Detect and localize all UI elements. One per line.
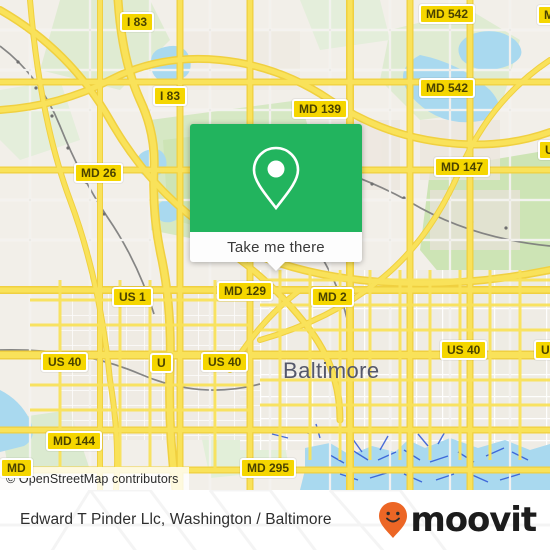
road-shield-label: US 40 (447, 343, 481, 357)
road-shield-label: US 1 (119, 290, 146, 304)
moovit-logo[interactable]: moovit (378, 500, 537, 540)
road-shield-label: US 40 (208, 355, 242, 369)
road-shield-label: MD 295 (247, 461, 290, 475)
map-screenshot-root: Baltimore I 83 I 83 MD 542 MD MD 542 MD 139 MD… (0, 0, 550, 550)
road-shield: MD 542 (419, 4, 476, 24)
road-shield: MD 295 (240, 458, 297, 478)
road-shield: I 83 (120, 12, 155, 32)
road-shield-label: US (545, 143, 550, 157)
road-shield-label: MD 542 (426, 81, 469, 95)
road-shield-label: I 83 (127, 15, 148, 29)
road-shield: MD 26 (74, 163, 124, 183)
road-shield: US 40 (440, 340, 488, 360)
road-shield-label: MD 542 (426, 7, 469, 21)
popup-tail-pointer (267, 262, 285, 271)
map-pin-icon (252, 146, 300, 211)
map-city-label: Baltimore (283, 358, 380, 383)
road-shield: MD (0, 458, 33, 478)
road-shield-label: MD (544, 8, 550, 22)
road-shield: I 83 (153, 86, 188, 106)
popup-action-area[interactable]: Take me there (190, 232, 362, 262)
road-shield: MD 2 (311, 287, 354, 307)
moovit-wordmark: moovit (410, 500, 537, 540)
road-shield-label: MD 147 (441, 160, 484, 174)
take-me-there-label: Take me there (227, 238, 325, 256)
road-shield: MD 147 (434, 157, 491, 177)
road-shield: U (150, 353, 173, 373)
road-shield: US 1 (112, 287, 153, 307)
road-shield: MD 542 (419, 78, 476, 98)
road-shield-label: US 40 (541, 343, 550, 357)
road-shield-label: MD 144 (53, 434, 96, 448)
road-shield-label: MD 26 (81, 166, 117, 180)
road-shield-label: US 40 (48, 355, 82, 369)
road-shield: MD 139 (292, 99, 349, 119)
road-shield: US 40 (201, 352, 249, 372)
road-shield-label: I 83 (160, 89, 181, 103)
road-shield: US (538, 140, 550, 160)
road-shield-label: MD (7, 461, 26, 475)
road-shield-label: U (157, 356, 166, 370)
footer-bar: Edward T Pinder Llc, Washington / Baltim… (0, 490, 550, 550)
road-shield-label: MD 129 (224, 284, 267, 298)
road-shield: US 40 (534, 340, 550, 360)
road-shield: MD (537, 5, 550, 25)
road-shield: MD 129 (217, 281, 274, 301)
moovit-pin-icon (379, 502, 408, 538)
road-shield: US 40 (41, 352, 89, 372)
road-shield: MD 144 (46, 431, 103, 451)
place-title: Edward T Pinder Llc, Washington / Baltim… (20, 511, 332, 528)
road-shield-label: MD 139 (299, 102, 342, 116)
take-me-there-popup[interactable]: Take me there (190, 124, 362, 271)
road-shield-label: MD 2 (318, 290, 347, 304)
popup-icon-area (190, 124, 362, 232)
